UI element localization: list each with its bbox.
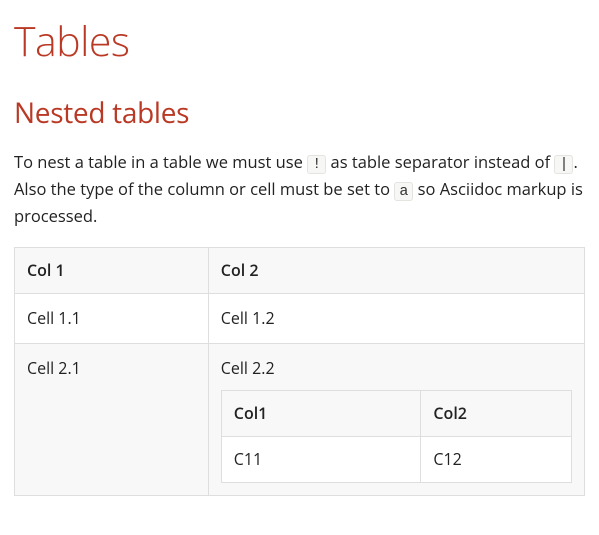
table-header-row: Col1 Col2	[221, 391, 571, 437]
code-exclaim: !	[307, 155, 326, 174]
outer-table: Col 1 Col 2 Cell 1.1 Cell 1.2 Cell 2.1 C…	[14, 247, 585, 496]
table-row: Cell 2.1 Cell 2.2 Col1 Col2 C11 C12	[15, 343, 585, 495]
nested-cell-label: Cell 2.2	[221, 356, 572, 381]
table-cell: Cell 1.1	[15, 293, 209, 343]
col-header: Col1	[221, 391, 421, 437]
table-cell: C11	[221, 437, 421, 483]
table-row: C11 C12	[221, 437, 571, 483]
col-header: Col 2	[208, 248, 584, 294]
page-title: Tables	[14, 10, 585, 74]
table-cell-nested: Cell 2.2 Col1 Col2 C11 C12	[208, 343, 584, 495]
table-header-row: Col 1 Col 2	[15, 248, 585, 294]
table-cell: Cell 1.2	[208, 293, 584, 343]
table-cell: Cell 2.1	[15, 343, 209, 495]
text: as table separator instead of	[326, 150, 554, 173]
col-header: Col 1	[15, 248, 209, 294]
col-header: Col2	[421, 391, 572, 437]
text: To nest a table in a table we must use	[14, 150, 307, 173]
table-cell: C12	[421, 437, 572, 483]
table-row: Cell 1.1 Cell 1.2	[15, 293, 585, 343]
section-heading: Nested tables	[14, 92, 585, 135]
code-pipe: |	[554, 155, 573, 174]
intro-paragraph: To nest a table in a table we must use !…	[14, 149, 585, 229]
inner-table: Col1 Col2 C11 C12	[221, 390, 572, 483]
code-a: a	[394, 182, 413, 201]
